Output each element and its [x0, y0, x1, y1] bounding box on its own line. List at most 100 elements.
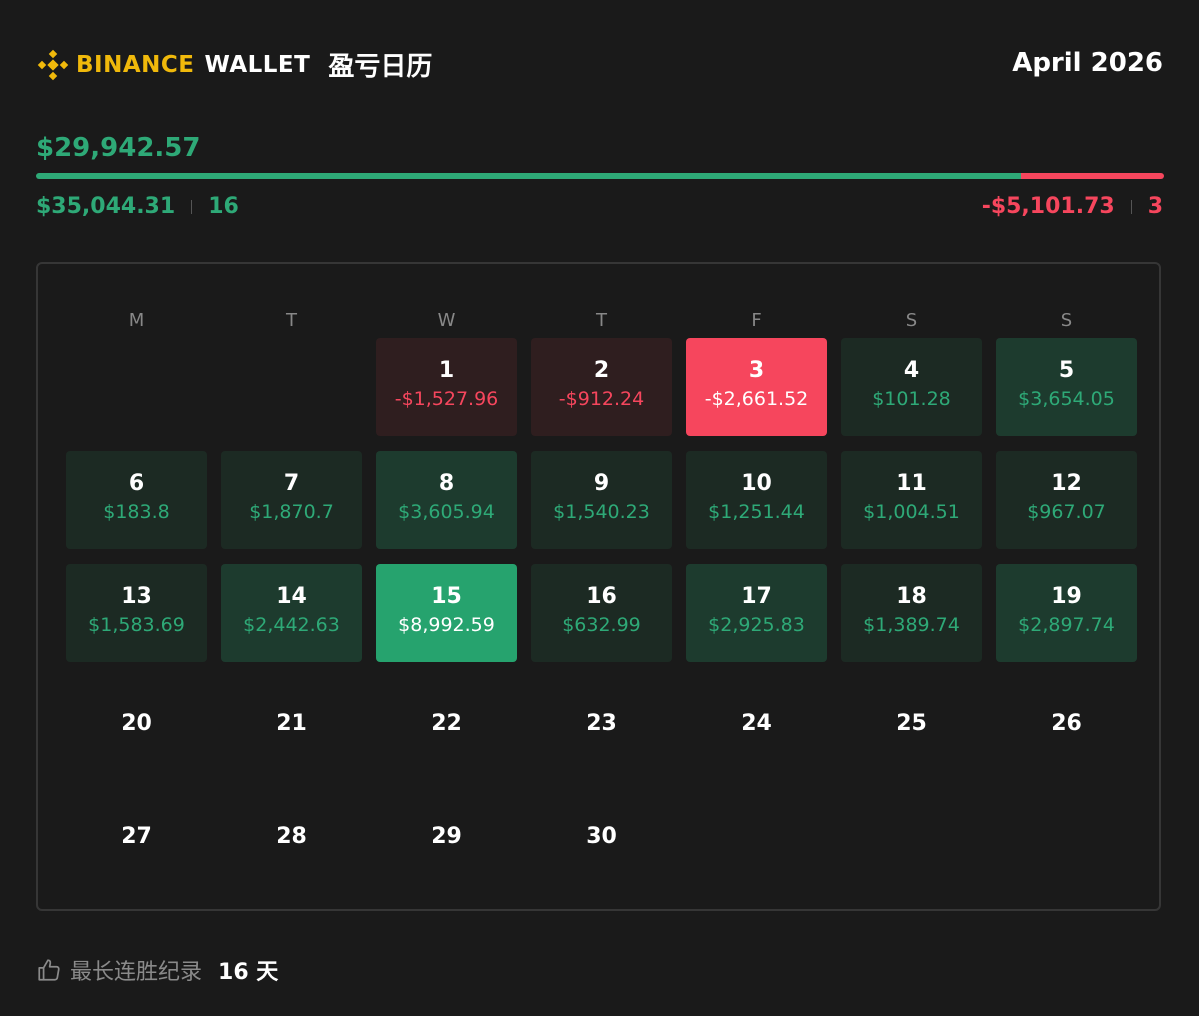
day-cell[interactable]: 28 [221, 790, 362, 888]
day-cell[interactable]: 20 [66, 677, 207, 775]
day-number: 23 [586, 711, 617, 736]
brand-primary: BINANCE [76, 51, 195, 78]
day-cell[interactable]: 13 $1,583.69 [66, 564, 207, 662]
day-cell[interactable]: 22 [376, 677, 517, 775]
day-number: 4 [903, 358, 920, 383]
day-cell[interactable]: 9 $1,540.23 [531, 451, 672, 549]
day-cell[interactable]: 16 $632.99 [531, 564, 672, 662]
streak-value: 16 天 [218, 960, 279, 985]
day-cell[interactable]: 21 [221, 677, 362, 775]
day-cell[interactable]: 11 $1,004.51 [841, 451, 982, 549]
weekday-label: T [286, 310, 297, 331]
weekday-label: W [437, 310, 456, 331]
day-pnl: $1,540.23 [553, 501, 650, 523]
day-number: 28 [276, 824, 307, 849]
day-cell[interactable]: 15 $8,992.59 [376, 564, 517, 662]
day-pnl: $1,870.7 [249, 501, 334, 523]
gain-bar [36, 173, 1021, 179]
day-cell[interactable]: 10 $1,251.44 [686, 451, 827, 549]
day-pnl: $101.28 [872, 388, 951, 410]
day-cell[interactable]: 26 [996, 677, 1137, 775]
day-number: 11 [896, 471, 927, 496]
day-number: 20 [121, 711, 152, 736]
day-cell[interactable]: 6 $183.8 [66, 451, 207, 549]
day-cell[interactable]: 17 $2,925.83 [686, 564, 827, 662]
divider [191, 199, 193, 214]
day-cell[interactable]: 5 $3,654.05 [996, 338, 1137, 436]
day-number: 8 [438, 471, 455, 496]
day-pnl: $1,004.51 [863, 501, 960, 523]
calendar-grid: M T W T F S S 1 -$1,527.96 2 -$912.24 3 -$2,661.52 4 $… [36, 262, 1161, 911]
loss-total: -$5,101.73 [981, 194, 1115, 219]
day-pnl: $1,583.69 [88, 614, 185, 636]
day-number: 6 [128, 471, 145, 496]
day-pnl: $967.07 [1027, 501, 1106, 523]
day-pnl: -$1,527.96 [394, 388, 499, 410]
day-number: 3 [748, 358, 765, 383]
day-cell[interactable]: 1 -$1,527.96 [376, 338, 517, 436]
day-pnl: $8,992.59 [398, 614, 495, 636]
gain-total: $35,044.31 [36, 194, 176, 219]
binance-logo-icon [37, 49, 69, 80]
day-number: 7 [283, 471, 300, 496]
streak-footer: 最长连胜纪录 16 天 [36, 954, 278, 986]
gain-days: 16 [208, 194, 239, 219]
weekday-label: S [905, 310, 918, 331]
day-number: 10 [741, 471, 772, 496]
day-pnl: $2,925.83 [708, 614, 805, 636]
day-number: 5 [1058, 358, 1075, 383]
streak-label: 最长连胜纪录 [70, 960, 203, 985]
day-pnl: -$2,661.52 [704, 388, 809, 410]
day-number: 21 [276, 711, 307, 736]
day-cell[interactable]: 7 $1,870.7 [221, 451, 362, 549]
gain-stats: $35,044.31 16 [36, 194, 239, 219]
day-cell[interactable]: 30 [531, 790, 672, 888]
day-cell[interactable]: 24 [686, 677, 827, 775]
day-cell[interactable]: 3 -$2,661.52 [686, 338, 827, 436]
day-pnl: $1,389.74 [863, 614, 960, 636]
day-cell[interactable]: 12 $967.07 [996, 451, 1137, 549]
loss-bar [1020, 173, 1164, 179]
brand-logo: BINANCE WALLET 盈亏日历 [36, 46, 432, 83]
day-number: 1 [438, 358, 455, 383]
thumbs-up-icon [38, 959, 60, 981]
day-number: 14 [276, 584, 307, 609]
day-number: 18 [896, 584, 927, 609]
day-cell[interactable]: 29 [376, 790, 517, 888]
day-cell[interactable]: 25 [841, 677, 982, 775]
day-pnl: $1,251.44 [708, 501, 805, 523]
weekday-label: S [1060, 310, 1073, 331]
day-cell[interactable]: 27 [66, 790, 207, 888]
day-pnl: $2,897.74 [1018, 614, 1115, 636]
day-pnl: $183.8 [103, 501, 170, 523]
header: BINANCE WALLET 盈亏日历 April 2026 [36, 40, 1163, 88]
day-cell[interactable]: 14 $2,442.63 [221, 564, 362, 662]
day-pnl: $632.99 [562, 614, 641, 636]
day-number: 13 [121, 584, 152, 609]
day-number: 12 [1051, 471, 1082, 496]
day-cell[interactable]: 23 [531, 677, 672, 775]
day-pnl: $3,605.94 [398, 501, 495, 523]
day-cell[interactable]: 19 $2,897.74 [996, 564, 1137, 662]
day-number: 26 [1051, 711, 1082, 736]
day-cell[interactable]: 8 $3,605.94 [376, 451, 517, 549]
divider [1130, 199, 1132, 214]
day-number: 24 [741, 711, 772, 736]
day-number: 2 [593, 358, 610, 383]
weekday-label: F [751, 310, 762, 331]
day-cell[interactable]: 4 $101.28 [841, 338, 982, 436]
day-number: 30 [586, 824, 617, 849]
brand-name: BINANCE WALLET [76, 52, 310, 78]
day-number: 25 [896, 711, 927, 736]
page-title: 盈亏日历 [328, 52, 433, 82]
loss-stats: -$5,101.73 3 [982, 194, 1163, 219]
day-pnl: $2,442.63 [243, 614, 340, 636]
day-pnl: $3,654.05 [1018, 388, 1115, 410]
day-number: 16 [586, 584, 617, 609]
day-number: 19 [1051, 584, 1082, 609]
day-number: 9 [593, 471, 610, 496]
day-cell[interactable]: 18 $1,389.74 [841, 564, 982, 662]
pnl-ratio-bar [36, 173, 1164, 179]
day-cell[interactable]: 2 -$912.24 [531, 338, 672, 436]
day-pnl: -$912.24 [558, 388, 645, 410]
